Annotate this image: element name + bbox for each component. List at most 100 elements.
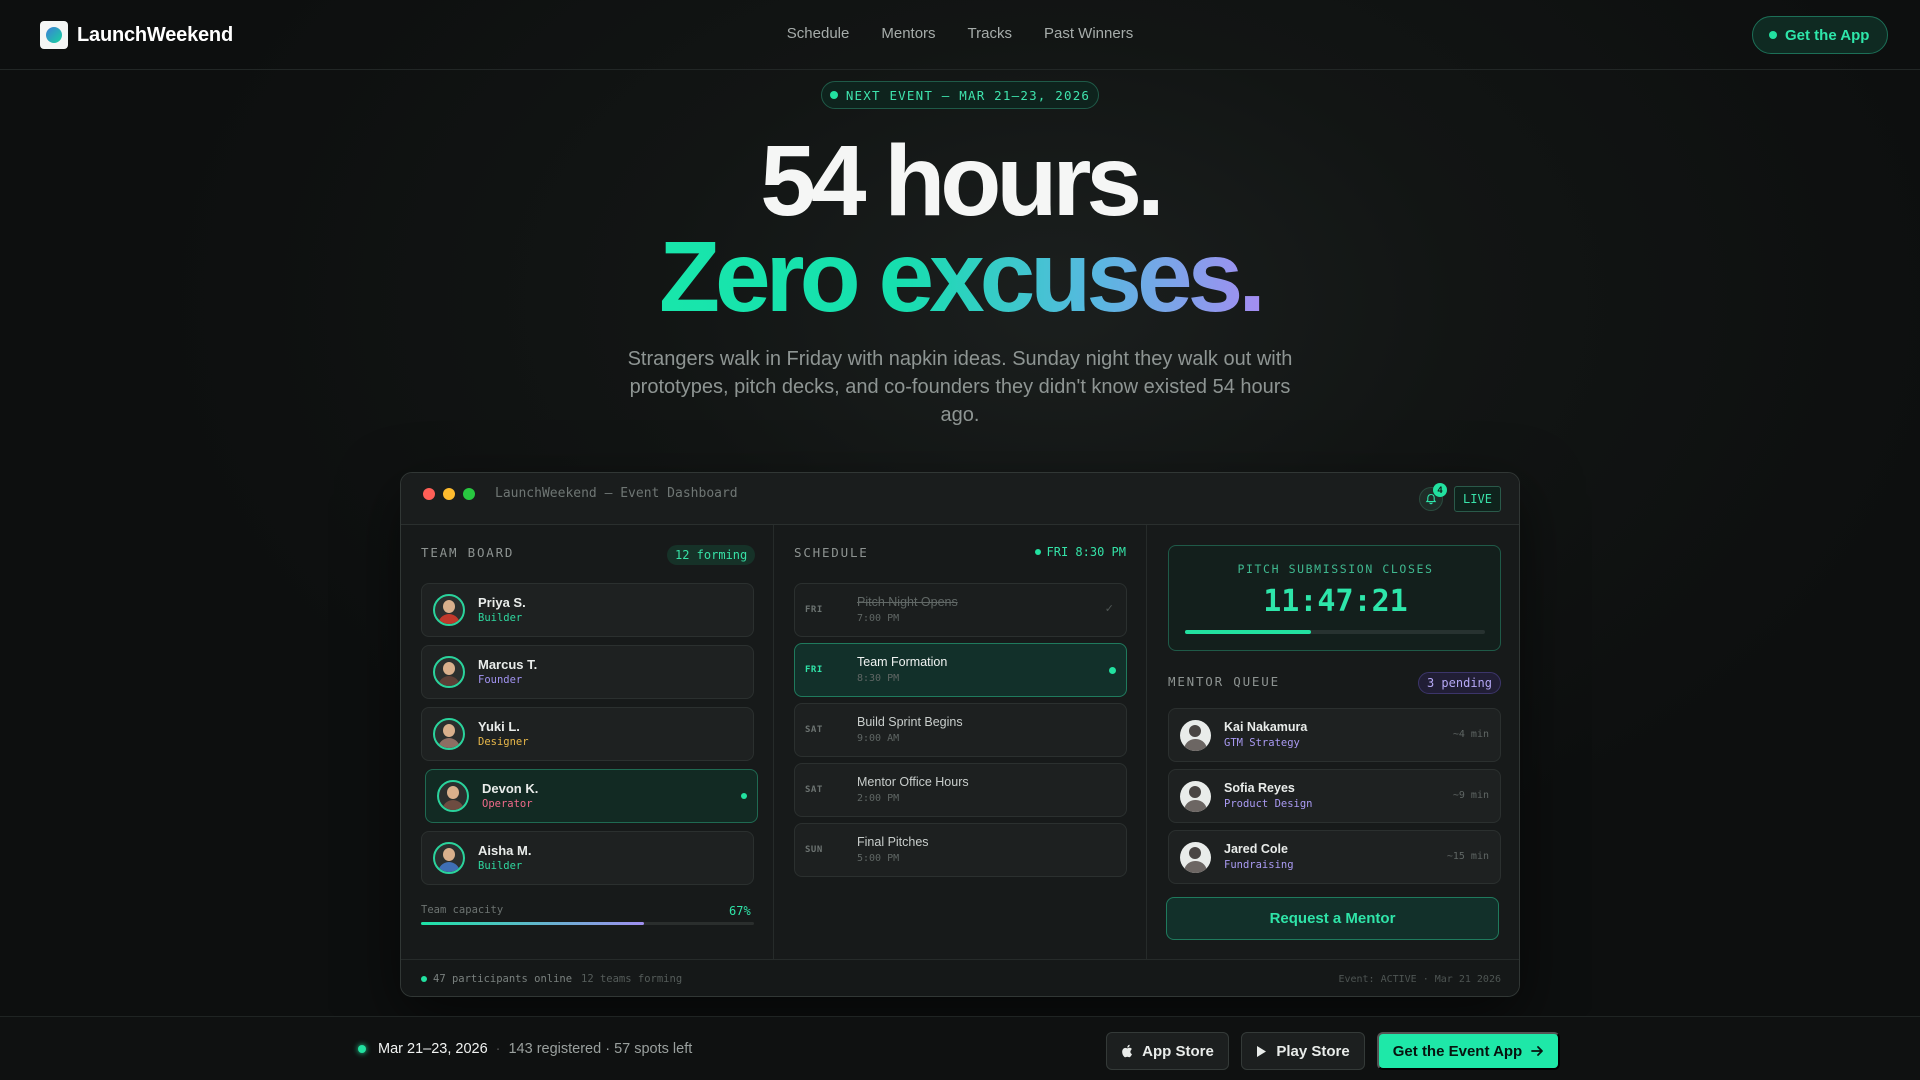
member-role: Builder — [478, 860, 523, 872]
active-dot-icon — [741, 793, 747, 799]
schedule-title: Build Sprint Begins — [857, 715, 963, 729]
mentor-name: Kai Nakamura — [1224, 720, 1308, 734]
apple-icon — [1122, 1044, 1133, 1058]
schedule-time: 9:00 AM — [857, 733, 900, 744]
team-capacity-fill — [421, 922, 645, 925]
schedule-item[interactable]: FRI Team Formation 8:30 PM — [794, 643, 1127, 697]
team-member-card[interactable]: Devon K. Operator — [425, 769, 758, 823]
schedule-time: 7:00 PM — [857, 613, 900, 624]
close-window-icon[interactable] — [423, 488, 435, 500]
teams-forming-footer: 12 teams forming — [581, 973, 683, 985]
nav-link-mentors[interactable]: Mentors — [881, 25, 935, 42]
member-role: Founder — [478, 674, 523, 686]
team-capacity-value: 67% — [729, 904, 751, 918]
schedule-item[interactable]: SAT Build Sprint Begins 9:00 AM — [794, 703, 1127, 757]
bottom-bar: Mar 21–23, 2026 · 143 registered · 57 sp… — [0, 1016, 1920, 1080]
current-dot-icon — [1109, 667, 1116, 674]
avatar-body — [442, 800, 464, 810]
event-info: Mar 21–23, 2026 · 143 registered · 57 sp… — [358, 1041, 692, 1057]
mentor-wait-time: ~15 min — [1446, 851, 1489, 862]
pitch-deadline-label: PITCH SUBMISSION CLOSES — [1237, 562, 1434, 576]
schedule-time: 8:30 PM — [857, 673, 900, 684]
registration-status: 143 registered · 57 spots left — [508, 1041, 693, 1057]
get-the-app-button[interactable]: Get the App — [1752, 16, 1889, 54]
hero-subtitle: Strangers walk in Friday with napkin ide… — [627, 348, 1293, 426]
avatar-body — [438, 862, 460, 872]
member-name: Devon K. — [482, 781, 539, 796]
team-board-panel: TEAM BOARD 12 forming Priya S. Builder Mar… — [401, 525, 774, 959]
participants-online: 47 participants online — [421, 973, 572, 985]
schedule-item[interactable]: SUN Final Pitches 5:00 PM — [794, 823, 1127, 877]
avatar-head — [443, 600, 455, 613]
get-event-app-button[interactable]: Get the Event App — [1377, 1032, 1560, 1070]
info-separator: · — [495, 1041, 501, 1057]
mentor-pending-badge: 3 pending — [1417, 672, 1501, 694]
app-store-button[interactable]: App Store — [1106, 1032, 1229, 1070]
event-dates: Mar 21–23, 2026 — [378, 1041, 488, 1057]
status-dot-icon — [1769, 31, 1777, 39]
pitch-mentor-panel: PITCH SUBMISSION CLOSES 11:47:21 MENTOR … — [1147, 525, 1519, 959]
schedule-title: Team Formation — [857, 655, 948, 669]
avatar-head — [1189, 725, 1201, 737]
avatar-body — [1184, 861, 1207, 873]
avatar-body — [438, 614, 460, 624]
hero-headline-gradient: Zero excuses. — [658, 221, 1266, 333]
avatar-body — [1184, 800, 1207, 812]
team-capacity-label: Team capacity — [421, 904, 504, 916]
schedule-item[interactable]: FRI Pitch Night Opens 7:00 PM ✓ — [794, 583, 1127, 637]
notification-badge: 4 — [1433, 483, 1447, 497]
schedule-time: 2:00 PM — [857, 793, 900, 804]
pitch-progress-fill — [1185, 630, 1311, 634]
event-status: Event: ACTIVE · Mar 21 2026 — [1338, 974, 1501, 985]
team-member-card[interactable]: Priya S. Builder — [421, 583, 754, 637]
next-event-pill: NEXT EVENT — MAR 21–23, 2026 — [821, 81, 1099, 109]
app-store-label: App Store — [1142, 1042, 1214, 1060]
mentor-topic: Fundraising — [1224, 859, 1294, 871]
checkmark-icon: ✓ — [1104, 603, 1114, 615]
maximize-window-icon[interactable] — [463, 488, 475, 500]
mentor-avatar — [1180, 842, 1211, 873]
member-name: Priya S. — [478, 595, 526, 610]
request-mentor-button[interactable]: Request a Mentor — [1166, 897, 1499, 940]
dashboard-footer: 47 participants online 12 teams forming … — [401, 959, 1519, 996]
schedule-day: SAT — [805, 785, 823, 795]
member-name: Yuki L. — [478, 719, 520, 734]
nav-link-tracks[interactable]: Tracks — [968, 25, 1012, 42]
avatar-body — [438, 676, 460, 686]
window-title: LaunchWeekend — Event Dashboard — [495, 486, 738, 501]
schedule-now-label: FRI 8:30 PM — [1046, 545, 1126, 559]
play-store-button[interactable]: Play Store — [1241, 1032, 1365, 1070]
mentor-avatar — [1180, 781, 1211, 812]
team-member-card[interactable]: Marcus T. Founder — [421, 645, 754, 699]
mentor-card[interactable]: Sofia Reyes Product Design ~9 min — [1168, 769, 1501, 823]
schedule-current-time: FRI 8:30 PM — [1034, 545, 1126, 559]
play-icon — [1257, 1045, 1267, 1057]
schedule-item[interactable]: SAT Mentor Office Hours 2:00 PM — [794, 763, 1127, 817]
teams-forming-badge: 12 forming — [667, 545, 756, 565]
nav-link-schedule[interactable]: Schedule — [787, 25, 850, 42]
mentor-wait-time: ~9 min — [1452, 790, 1489, 801]
mentor-card[interactable]: Kai Nakamura GTM Strategy ~4 min — [1168, 708, 1501, 762]
participants-online-label: 47 participants online — [433, 973, 573, 985]
nav-link-past-winners[interactable]: Past Winners — [1044, 25, 1133, 42]
avatar — [433, 718, 465, 750]
schedule-panel: SCHEDULE FRI 8:30 PM FRI Pitch Night Open… — [774, 525, 1147, 959]
member-role: Builder — [478, 612, 523, 624]
pitch-progress-bar — [1185, 630, 1485, 634]
pitch-countdown-card: PITCH SUBMISSION CLOSES 11:47:21 — [1168, 545, 1501, 651]
minimize-window-icon[interactable] — [443, 488, 455, 500]
now-dot-icon — [1034, 549, 1041, 555]
hero-headline-line2: Zero excuses. — [0, 222, 1920, 332]
schedule-day: SAT — [805, 725, 823, 735]
team-member-card[interactable]: Aisha M. Builder — [421, 831, 754, 885]
mentor-name: Sofia Reyes — [1224, 781, 1295, 795]
get-event-app-label: Get the Event App — [1392, 1042, 1523, 1060]
arrow-right-icon — [1531, 1046, 1544, 1056]
online-dot-icon — [421, 976, 427, 982]
schedule-title: Mentor Office Hours — [857, 775, 969, 789]
top-nav: LaunchWeekend Schedule Mentors Tracks Pa… — [0, 0, 1920, 70]
avatar-body — [1184, 739, 1207, 751]
mentor-card[interactable]: Jared Cole Fundraising ~15 min — [1168, 830, 1501, 884]
team-member-card[interactable]: Yuki L. Designer — [421, 707, 754, 761]
avatar-head — [443, 724, 455, 737]
